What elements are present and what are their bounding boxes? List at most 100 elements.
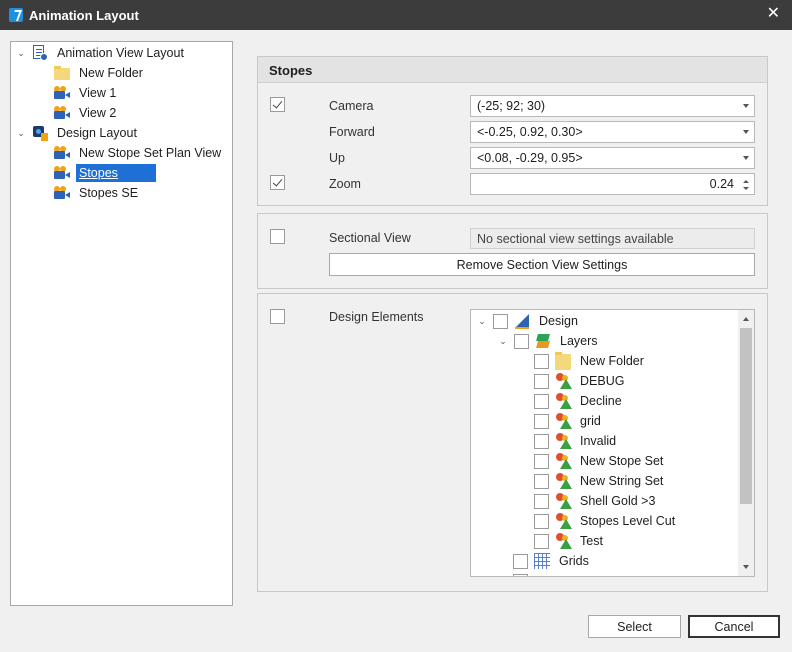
layers-checkbox[interactable] xyxy=(514,333,529,349)
design-node-label: Design xyxy=(539,314,578,328)
tree-item-label: View 2 xyxy=(79,106,117,120)
expand-chevron-icon[interactable]: ⌄ xyxy=(498,336,508,347)
design-layout-icon xyxy=(32,125,48,141)
design-checkbox[interactable] xyxy=(493,313,508,329)
tree-item-animation-view-layout[interactable]: ⌄ Animation View Layout xyxy=(16,43,187,63)
design-node-stopes-level-cut[interactable]: Stopes Level Cut xyxy=(534,511,675,531)
remove-section-view-button[interactable]: Remove Section View Settings xyxy=(329,253,755,276)
camera-icon xyxy=(54,145,70,161)
design-node-label: Shell Gold >3 xyxy=(580,494,656,508)
design-node-label: Layers xyxy=(560,334,598,348)
forward-label: Forward xyxy=(329,125,375,139)
folder-icon xyxy=(54,66,70,80)
layer-item-icon xyxy=(555,473,572,489)
camera-label: Camera xyxy=(329,99,374,113)
design-node-partial xyxy=(513,571,534,576)
window-title: Animation Layout xyxy=(29,7,139,23)
layer-item-icon xyxy=(555,433,572,449)
spin-down-icon[interactable] xyxy=(743,187,749,190)
design-node-test[interactable]: Test xyxy=(534,531,603,551)
title-bar: Animation Layout ✕ xyxy=(0,0,792,30)
layer-checkbox[interactable] xyxy=(534,473,549,489)
select-button[interactable]: Select xyxy=(588,615,681,638)
design-node-shell-gold[interactable]: Shell Gold >3 xyxy=(534,491,655,511)
layer-item-icon xyxy=(555,513,572,529)
cancel-button[interactable]: Cancel xyxy=(688,615,780,638)
tree-item-new-folder[interactable]: New Folder xyxy=(54,63,146,83)
design-tree-scrollbar[interactable] xyxy=(738,310,754,576)
design-node-label: grid xyxy=(580,414,601,428)
design-node-decline[interactable]: Decline xyxy=(534,391,622,411)
layer-checkbox[interactable] xyxy=(534,413,549,429)
design-elements-checkbox[interactable] xyxy=(270,309,285,324)
close-icon[interactable]: ✕ xyxy=(767,5,780,23)
app-logo-icon xyxy=(9,8,23,22)
design-node-label: Invalid xyxy=(580,434,617,448)
design-node-grids[interactable]: Grids xyxy=(513,551,589,571)
design-node-label: Grids xyxy=(559,554,589,568)
design-node-new-string-set[interactable]: New String Set xyxy=(534,471,663,491)
layer-checkbox[interactable] xyxy=(534,433,549,449)
up-label: Up xyxy=(329,151,345,165)
design-node-label: Test xyxy=(580,534,603,548)
grids-checkbox[interactable] xyxy=(513,553,528,569)
tree-item-stopes-se[interactable]: Stopes SE xyxy=(54,183,141,203)
design-node-label: Decline xyxy=(580,394,622,408)
expand-chevron-icon[interactable]: ⌄ xyxy=(16,48,26,59)
layer-item-icon xyxy=(555,533,572,549)
forward-combo[interactable]: <-0.25, 0.92, 0.30> xyxy=(470,121,755,143)
design-node-debug[interactable]: DEBUG xyxy=(534,371,624,391)
zoom-label: Zoom xyxy=(329,177,361,191)
layout-tree[interactable]: ⌄ Animation View Layout New Folder View … xyxy=(10,41,233,606)
partial-checkbox[interactable] xyxy=(513,573,528,576)
design-node-new-folder[interactable]: New Folder xyxy=(534,351,644,371)
scroll-up-icon[interactable] xyxy=(743,317,749,321)
tree-item-stopes[interactable]: Stopes xyxy=(54,163,156,183)
layer-checkbox[interactable] xyxy=(534,453,549,469)
scroll-down-icon[interactable] xyxy=(743,565,749,569)
design-node-grid[interactable]: grid xyxy=(534,411,601,431)
design-node-label: New String Set xyxy=(580,474,664,488)
camera-icon xyxy=(54,185,70,201)
spin-up-icon[interactable] xyxy=(743,180,749,183)
layer-checkbox[interactable] xyxy=(534,353,549,369)
tree-item-view-2[interactable]: View 2 xyxy=(54,103,119,123)
tree-item-new-stope-set-plan-view[interactable]: New Stope Set Plan View xyxy=(54,143,224,163)
sectional-view-info: No sectional view settings available xyxy=(470,228,755,249)
layer-checkbox[interactable] xyxy=(534,373,549,389)
layer-item-icon xyxy=(555,393,572,409)
layer-checkbox[interactable] xyxy=(534,393,549,409)
layer-checkbox[interactable] xyxy=(534,533,549,549)
dropdown-arrow-icon[interactable] xyxy=(743,104,749,108)
forward-value: <-0.25, 0.92, 0.30> xyxy=(477,125,583,139)
sectional-view-checkbox[interactable] xyxy=(270,229,285,244)
zoom-checkbox[interactable] xyxy=(270,175,285,190)
layer-item-icon xyxy=(555,373,572,389)
dropdown-arrow-icon[interactable] xyxy=(743,130,749,134)
design-elements-label: Design Elements xyxy=(329,310,424,324)
tree-item-design-layout[interactable]: ⌄ Design Layout xyxy=(16,123,140,143)
expand-chevron-icon[interactable]: ⌄ xyxy=(477,316,487,327)
camera-combo[interactable]: (-25; 92; 30) xyxy=(470,95,755,117)
tree-item-label: New Stope Set Plan View xyxy=(79,146,222,160)
design-node-invalid[interactable]: Invalid xyxy=(534,431,616,451)
tree-item-view-1[interactable]: View 1 xyxy=(54,83,119,103)
folder-icon xyxy=(555,352,571,370)
up-combo[interactable]: <0.08, -0.29, 0.95> xyxy=(470,147,755,169)
design-node-layers[interactable]: ⌄ Layers xyxy=(498,331,598,351)
up-value: <0.08, -0.29, 0.95> xyxy=(477,151,583,165)
layer-checkbox[interactable] xyxy=(534,493,549,509)
design-node-design[interactable]: ⌄ Design xyxy=(477,311,578,331)
camera-icon xyxy=(54,105,70,121)
layer-checkbox[interactable] xyxy=(534,513,549,529)
expand-chevron-icon[interactable]: ⌄ xyxy=(16,128,26,139)
scroll-thumb[interactable] xyxy=(740,328,752,504)
camera-checkbox[interactable] xyxy=(270,97,285,112)
stopes-group-header: Stopes xyxy=(258,57,767,83)
layer-item-icon xyxy=(555,493,572,509)
grids-icon xyxy=(534,553,550,569)
zoom-spinner[interactable]: 0.24 xyxy=(470,173,755,195)
design-elements-tree[interactable]: ⌄ Design ⌄ Layers New Folder DEBUG Decli… xyxy=(470,309,755,577)
dropdown-arrow-icon[interactable] xyxy=(743,156,749,160)
design-node-new-stope-set[interactable]: New Stope Set xyxy=(534,451,663,471)
